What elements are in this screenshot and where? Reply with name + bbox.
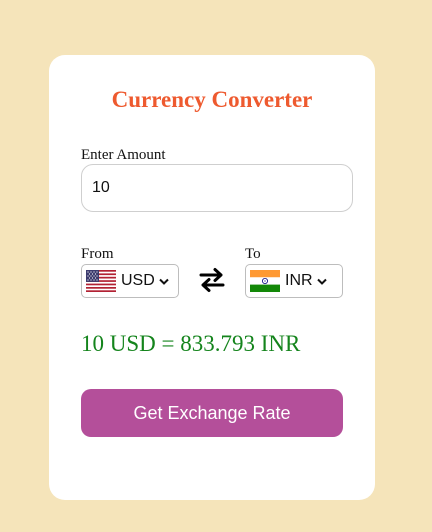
india-flag-icon [250,270,280,292]
converter-card: Currency Converter Enter Amount From USD [49,55,375,500]
to-currency-select[interactable]: INR [245,264,343,298]
get-exchange-rate-button[interactable]: Get Exchange Rate [81,389,343,437]
swap-arrows-icon[interactable] [197,265,227,295]
from-label: From [81,246,114,262]
us-flag-icon [86,270,116,292]
page-title: Currency Converter [111,87,313,112]
chevron-down-icon [159,278,169,285]
to-currency-value: INR [285,272,313,289]
chevron-down-icon [316,278,327,285]
amount-label: Enter Amount [81,147,166,163]
amount-input[interactable] [81,164,353,212]
conversion-result: 10 USD = 833.793 INR [81,331,301,356]
from-currency-value: USD [121,272,155,289]
to-label: To [245,246,261,262]
from-currency-select[interactable]: USD [81,264,179,298]
